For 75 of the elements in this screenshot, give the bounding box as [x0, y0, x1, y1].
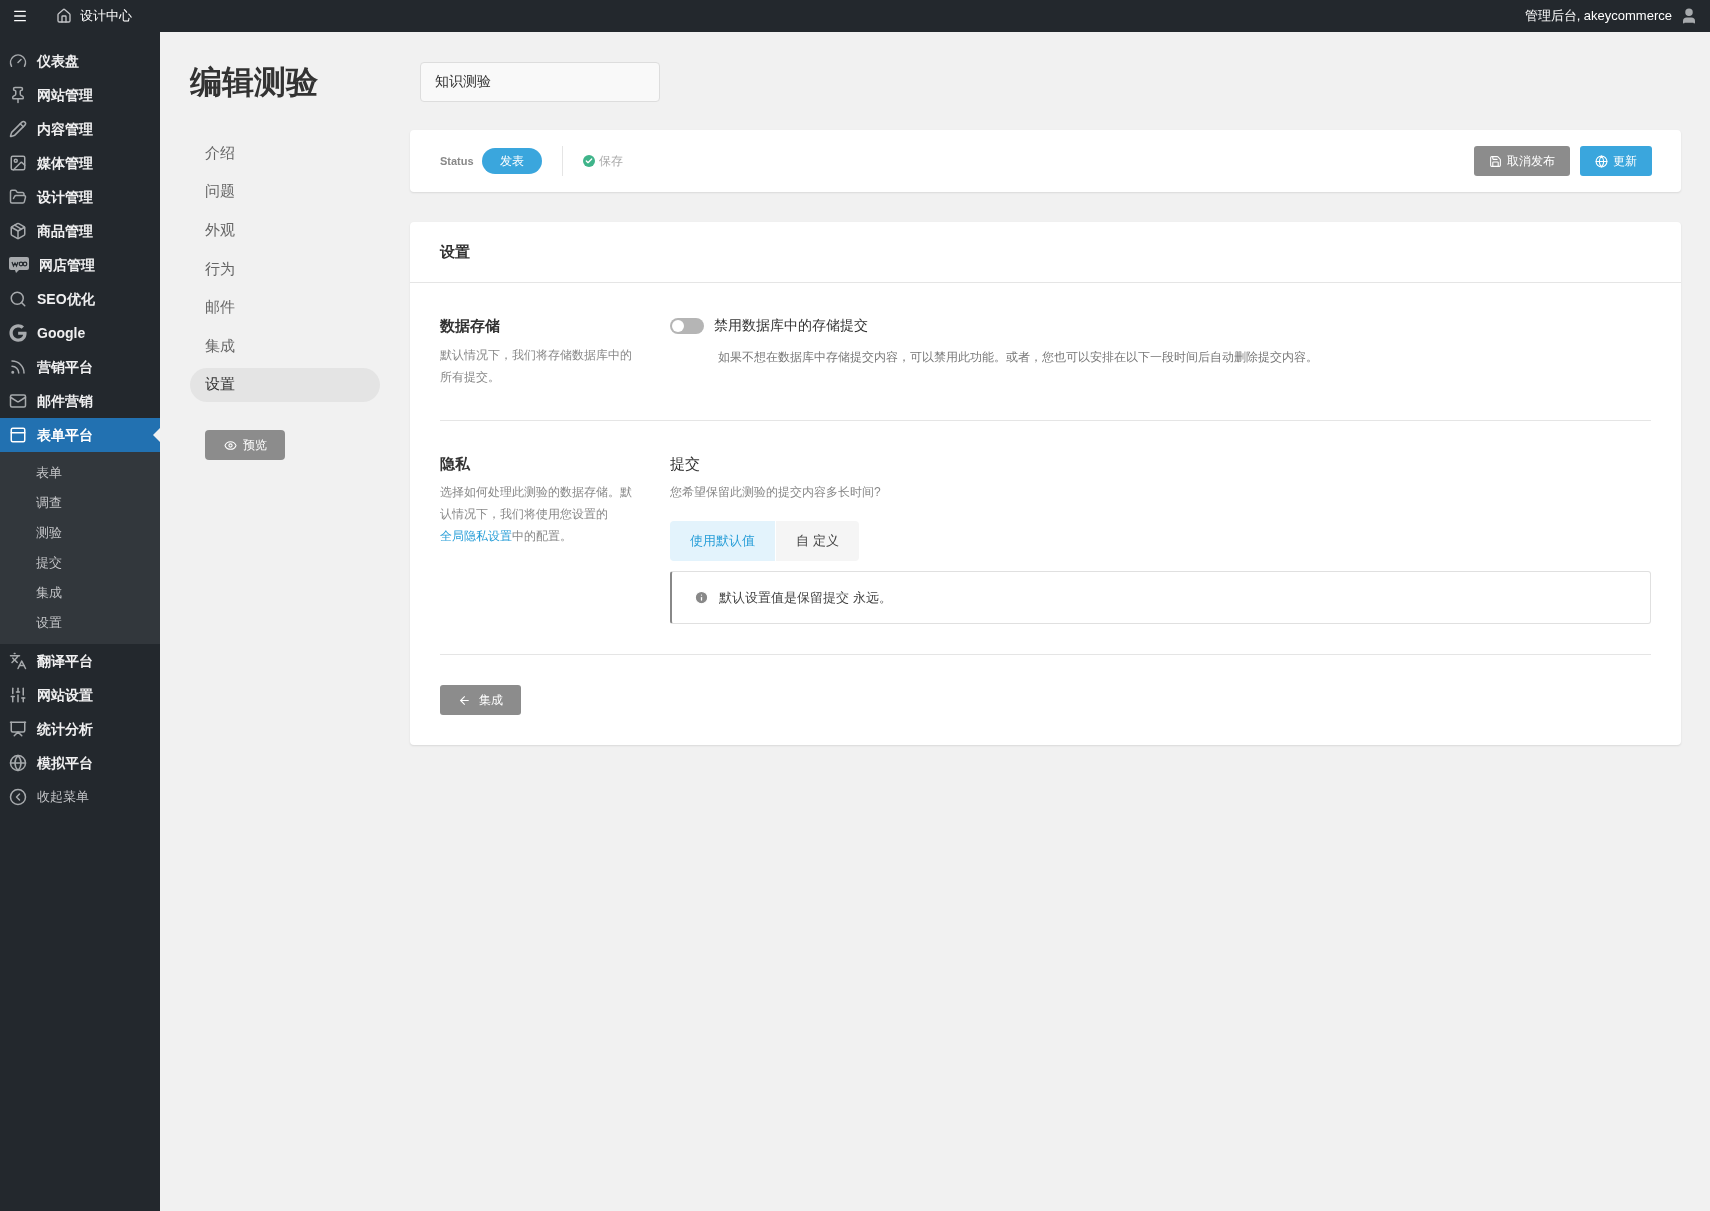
menu-icon[interactable]	[12, 8, 28, 24]
card-heading: 设置	[440, 241, 470, 262]
search-icon	[9, 290, 27, 308]
account-name[interactable]: 管理后台, akeycommerce	[1524, 6, 1672, 26]
sidebar-item[interactable]: Google	[0, 316, 160, 350]
gauge-icon	[9, 52, 27, 70]
page-title: 编辑测验	[190, 66, 319, 98]
rss-icon	[9, 358, 27, 376]
sidebar-item[interactable]: 设计管理	[0, 180, 160, 214]
sidebar-item[interactable]: 翻译平台	[0, 644, 160, 678]
info-icon	[694, 590, 709, 605]
help-text: 如果不想在数据库中存储提交内容，可以禁用此功能。或者，您也可以安排在以下一段时间后自动删除提交内容。	[718, 349, 1319, 366]
arrow-left-icon	[458, 693, 471, 707]
section-tab[interactable]: 问题	[190, 174, 380, 209]
folder-icon	[9, 188, 27, 206]
toggle-switch[interactable]	[670, 317, 704, 334]
sidebar-item[interactable]: 营销平台	[0, 350, 160, 384]
speech-bubble-icon	[9, 257, 29, 273]
sidebar-item[interactable]: SEO优化	[0, 282, 160, 316]
sliders-icon	[9, 686, 27, 704]
form-icon	[9, 426, 27, 444]
section-description: 选择如何处理此测验的数据存储。默认情况下，我们将使用您设置的 全局隐私设置中的配置。	[440, 484, 633, 545]
section-tab[interactable]: 集成	[190, 328, 380, 363]
collapse-icon	[9, 788, 27, 806]
status-label: Status	[440, 153, 474, 169]
sidebar-item[interactable]: 媒体管理	[0, 146, 160, 180]
sidebar-item[interactable]: 表单平台	[0, 418, 160, 452]
user-icon[interactable]	[1680, 7, 1698, 25]
submenu-item[interactable]: 提交	[0, 548, 160, 578]
submenu-item[interactable]: 集成	[0, 578, 160, 608]
eye-icon	[223, 438, 237, 452]
globe-icon	[1595, 154, 1608, 168]
section-tab[interactable]: 介绍	[190, 136, 380, 170]
translate-icon	[9, 652, 27, 670]
section-tab[interactable]: 邮件	[190, 290, 380, 325]
g-letter-icon	[9, 324, 27, 342]
pencil-icon	[9, 120, 27, 138]
site-name[interactable]: 设计中心	[80, 6, 132, 26]
section-tab[interactable]: 行为	[190, 251, 380, 286]
submenu-item[interactable]: 表单	[0, 458, 160, 488]
sidebar-item[interactable]: 仪表盘	[0, 44, 160, 78]
submenu-item[interactable]: 设置	[0, 608, 160, 638]
section-description: 默认情况下，我们将存储数据库中的所有提交。	[440, 346, 633, 386]
sidebar-item[interactable]: 模拟平台	[0, 746, 160, 780]
collapse-menu[interactable]: 收起菜单	[0, 780, 160, 814]
submenu-item[interactable]: 测验	[0, 518, 160, 548]
image-icon	[9, 154, 27, 172]
section-tab[interactable]: 设置	[190, 367, 380, 402]
package-icon	[9, 222, 27, 240]
notice-text: 默认设置值是保留提交 永远。	[719, 588, 892, 607]
status-badge: 发表	[481, 148, 542, 174]
chart-board-icon	[9, 720, 27, 738]
current-pointer-icon	[153, 428, 160, 442]
sidebar-item[interactable]: 内容管理	[0, 112, 160, 146]
sidebar-item[interactable]: 统计分析	[0, 712, 160, 746]
sidebar-item[interactable]: 网店管理	[0, 248, 160, 282]
title-field[interactable]: 知识测验	[420, 62, 660, 102]
section-tab[interactable]: 外观	[190, 213, 380, 248]
globe-icon	[9, 754, 27, 772]
section-title: 提交	[670, 453, 701, 474]
pin-icon	[9, 86, 27, 104]
check-circle-icon	[582, 155, 595, 167]
sidebar-item[interactable]: 邮件营销	[0, 384, 160, 418]
toggle-label: 禁用数据库中的存储提交	[714, 316, 868, 335]
submenu-item[interactable]: 调查	[0, 488, 160, 518]
section-title: 数据存储	[440, 316, 501, 336]
option-tab[interactable]: 自 定义	[776, 521, 859, 561]
saved-status: 保存	[598, 153, 623, 170]
envelope-icon	[9, 392, 27, 410]
sidebar-item[interactable]: 网站设置	[0, 678, 160, 712]
sidebar-item[interactable]: 商品管理	[0, 214, 160, 248]
question-text: 您希望保留此测验的提交内容多长时间?	[670, 484, 882, 501]
home-icon[interactable]	[56, 8, 72, 24]
section-title: 隐私	[440, 453, 471, 474]
sidebar-item[interactable]: 网站管理	[0, 78, 160, 112]
